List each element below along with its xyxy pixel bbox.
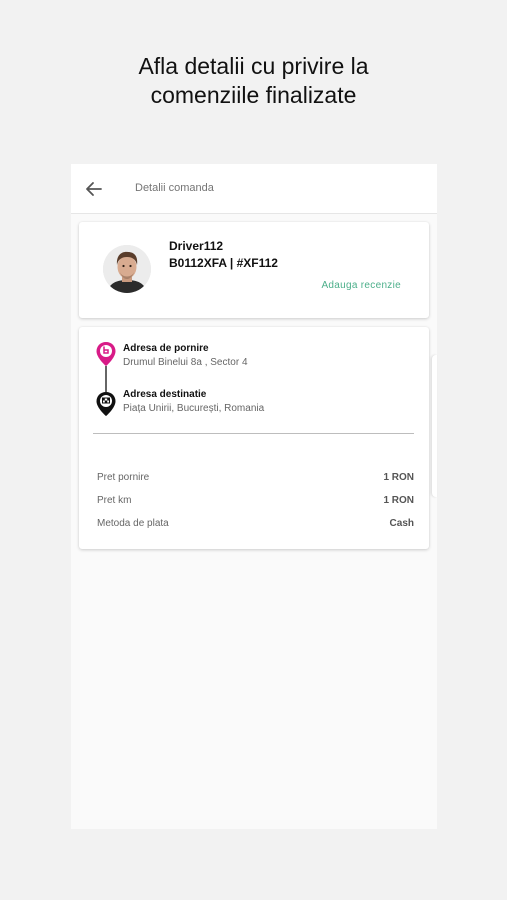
payment-method-value: Cash [389, 518, 414, 529]
divider [93, 433, 414, 434]
promo-headline: Afla detalii cu privire la comenziile fi… [0, 52, 507, 110]
page-title: Detalii comanda [135, 182, 214, 194]
destination-address-value: Piața Unirii, București, Romania [123, 403, 265, 414]
driver-card: Driver112 B0112XFA | #XF112 Adauga recen… [79, 222, 429, 318]
arrow-left-icon [86, 182, 102, 196]
start-price-label: Pret pornire [97, 472, 150, 483]
destination-pin-icon [96, 392, 116, 416]
trip-details-card: Adresa de pornire Drumul Binelui 8a , Se… [79, 327, 429, 549]
add-review-button[interactable]: Adauga recenzie [321, 280, 401, 291]
km-price-label: Pret km [97, 495, 132, 506]
driver-avatar [103, 245, 151, 293]
driver-name: Driver112 [169, 239, 224, 253]
destination-address-label: Adresa destinatie [123, 389, 207, 400]
payment-method-label: Metoda de plata [97, 518, 169, 529]
driver-plate: B0112XFA | #XF112 [169, 256, 278, 270]
promo-line-2: comenziile finalizate [150, 82, 357, 108]
phone-screen: Detalii comanda Driver112 B0112XFA | #XF… [71, 164, 437, 829]
start-address-label: Adresa de pornire [123, 343, 209, 354]
app-bar: Detalii comanda [71, 164, 437, 214]
start-location-pin-icon [96, 342, 116, 366]
start-address-value: Drumul Binelui 8a , Sector 4 [123, 357, 248, 368]
route-connector [105, 366, 107, 392]
side-card-edge [432, 355, 437, 497]
back-button[interactable] [81, 176, 107, 202]
promo-line-1: Afla detalii cu privire la [138, 53, 369, 79]
km-price-value: 1 RON [383, 495, 414, 506]
start-price-value: 1 RON [383, 472, 414, 483]
